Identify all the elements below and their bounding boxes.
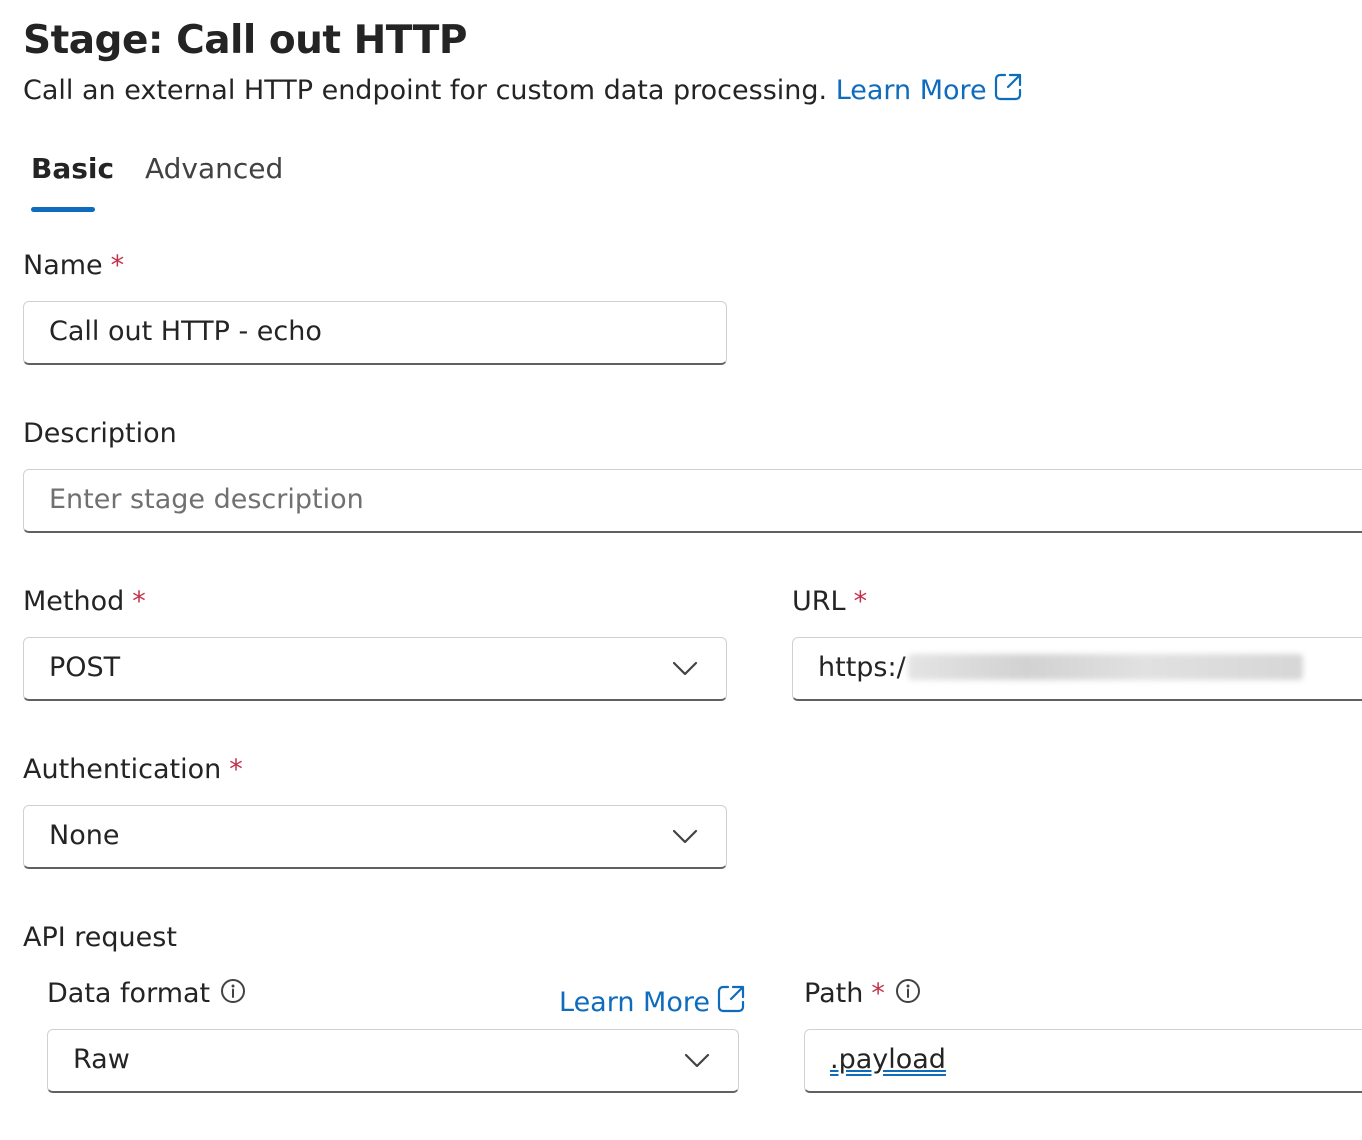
- tab-basic[interactable]: Basic: [31, 152, 114, 185]
- url-value: https:/: [818, 652, 1303, 683]
- required-marker: *: [871, 978, 885, 1009]
- learn-more-label: Learn More: [835, 75, 987, 106]
- page-description: Call an external HTTP endpoint for custo…: [23, 72, 1023, 109]
- path-label: Path *: [804, 978, 921, 1011]
- info-icon[interactable]: [895, 978, 921, 1011]
- external-link-icon: [716, 984, 746, 1021]
- path-value: .payload: [830, 1044, 946, 1075]
- external-link-icon: [993, 72, 1023, 109]
- data-format-label: Data format: [47, 978, 246, 1011]
- chevron-down-icon: [672, 828, 698, 848]
- authentication-label-text: Authentication: [23, 754, 222, 785]
- learn-more-link[interactable]: Learn More: [835, 72, 1023, 109]
- required-marker: *: [110, 250, 125, 281]
- data-format-dropdown[interactable]: Raw: [47, 1029, 739, 1093]
- url-label: URL *: [792, 586, 867, 617]
- api-request-label: API request: [23, 922, 177, 953]
- required-marker: *: [132, 586, 146, 617]
- description-placeholder: Enter stage description: [49, 484, 364, 515]
- method-label: Method *: [23, 586, 146, 617]
- data-format-label-text: Data format: [47, 978, 211, 1009]
- path-label-text: Path: [804, 978, 864, 1009]
- data-format-value: Raw: [73, 1044, 130, 1075]
- path-input[interactable]: .payload: [804, 1029, 1362, 1093]
- authentication-dropdown[interactable]: None: [23, 805, 727, 869]
- chevron-down-icon: [672, 660, 698, 680]
- url-label-text: URL: [792, 586, 846, 617]
- info-icon[interactable]: [220, 978, 246, 1011]
- tab-advanced[interactable]: Advanced: [145, 152, 283, 185]
- name-label-text: Name: [23, 250, 103, 281]
- authentication-label: Authentication *: [23, 754, 243, 785]
- name-input-value: Call out HTTP - echo: [49, 316, 322, 347]
- method-value: POST: [49, 652, 121, 683]
- method-dropdown[interactable]: POST: [23, 637, 727, 701]
- description-label: Description: [23, 418, 177, 449]
- page-title: Stage: Call out HTTP: [23, 18, 467, 63]
- name-input[interactable]: Call out HTTP - echo: [23, 301, 727, 365]
- required-marker: *: [853, 586, 868, 617]
- required-marker: *: [229, 754, 243, 785]
- tab-selected-indicator: [31, 207, 95, 212]
- url-value-text: https:/: [818, 652, 906, 683]
- method-label-text: Method: [23, 586, 125, 617]
- name-label: Name *: [23, 250, 124, 281]
- data-format-learn-more-label: Learn More: [559, 987, 710, 1018]
- description-input[interactable]: Enter stage description: [23, 469, 1362, 533]
- redacted-url-blur: [907, 654, 1303, 680]
- chevron-down-icon: [684, 1052, 710, 1072]
- data-format-learn-more-link[interactable]: Learn More: [559, 984, 746, 1021]
- authentication-value: None: [49, 820, 120, 851]
- page-description-text: Call an external HTTP endpoint for custo…: [23, 75, 828, 106]
- url-input[interactable]: https:/: [792, 637, 1362, 701]
